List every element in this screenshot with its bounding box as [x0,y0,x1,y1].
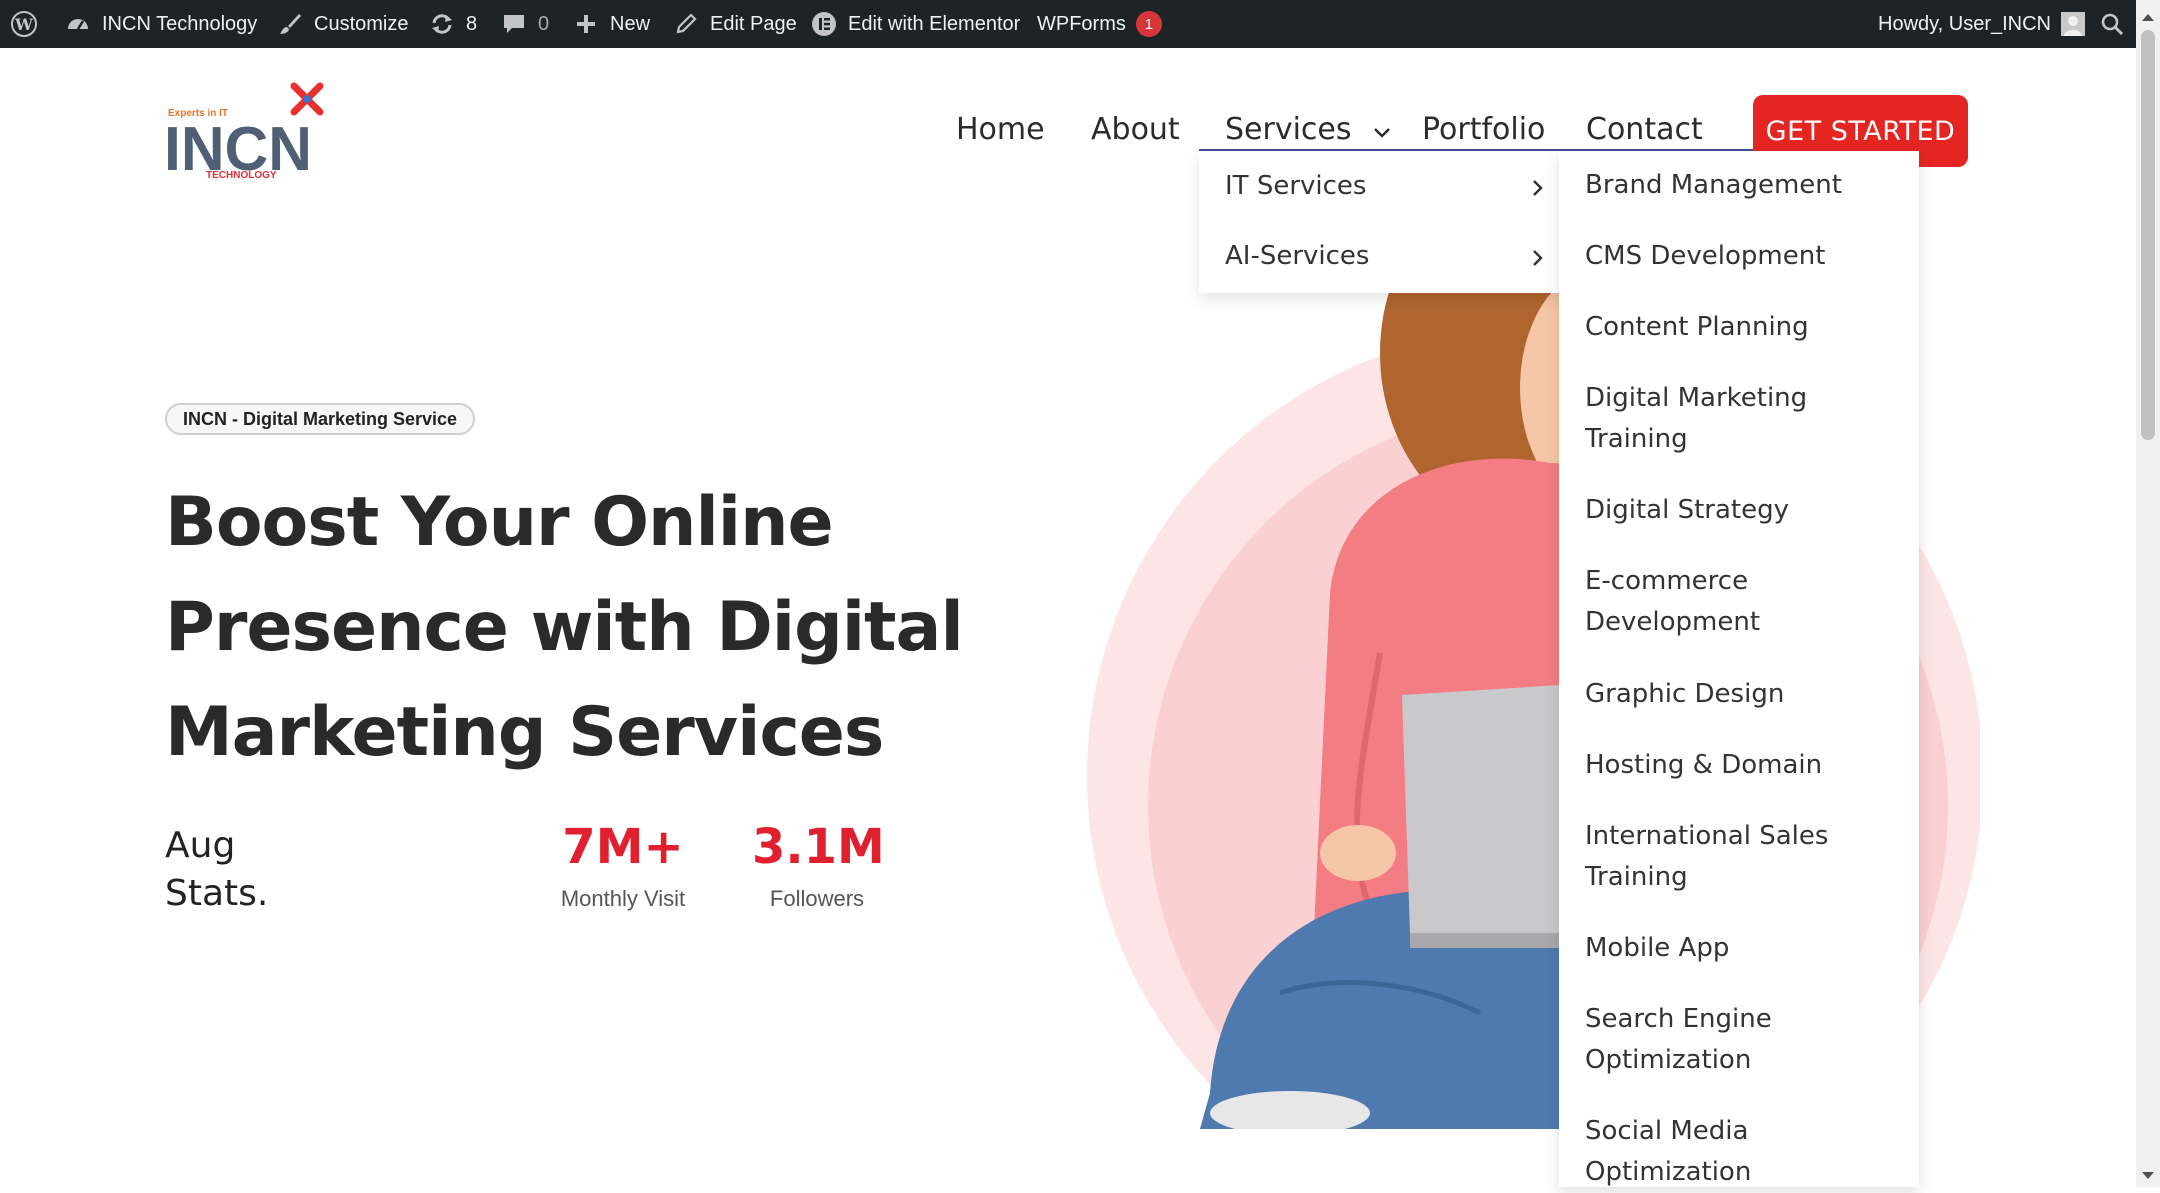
logo-subtitle: TECHNOLOGY [206,170,277,181]
wp-admin-bar: W INCN Technology Customize 8 0 New Edit… [0,0,2160,48]
pencil-icon [672,10,700,38]
nav-home[interactable]: Home [956,112,1045,147]
chevron-right-icon [1531,173,1545,206]
comment-bubble-icon [500,10,528,38]
wpforms-notification-badge: 1 [1135,11,1162,37]
submenu-item-ecommerce-development[interactable]: E-commerce Development [1585,561,1825,643]
nav-about[interactable]: About [1091,112,1180,147]
comments-count: 0 [538,12,550,35]
edit-elementor-label: Edit with Elementor [848,12,1021,35]
site-name-link[interactable]: INCN Technology [64,0,257,48]
elementor-icon [810,10,838,38]
menu-item-label: IT Services [1225,171,1367,201]
submenu-item-digital-marketing-training[interactable]: Digital Marketing Training [1585,378,1825,460]
updates-count: 8 [466,12,478,35]
comments-link[interactable]: 0 [500,0,549,48]
nav-services[interactable]: Services [1225,112,1391,147]
stat-label: Followers [769,886,865,911]
stat-value: 7M+ [562,819,684,875]
plus-icon [572,10,600,38]
stat-followers: 3.1M Followers [752,818,885,912]
submenu-item-social-media-optimization[interactable]: Social Media Optimization [1585,1111,1825,1193]
submenu-item-hosting-domain[interactable]: Hosting & Domain [1585,745,1905,786]
hero-heading: Boost Your Online Presence with Digital … [165,470,1025,785]
chevron-down-icon [1373,112,1391,147]
site-name-label: INCN Technology [102,12,258,35]
edit-page-link[interactable]: Edit Page [672,0,797,48]
stats-heading-line-2: Stats. [165,873,269,914]
greeting-label: Howdy, User_INCN [1878,12,2051,35]
nav-services-label: Services [1225,112,1352,147]
submenu-item-international-sales-training[interactable]: International Sales Training [1585,816,1865,898]
search-icon [2098,10,2126,38]
service-tag-pill: INCN - Digital Marketing Service [165,403,476,435]
new-label: New [610,12,651,35]
nav-contact[interactable]: Contact [1586,112,1703,147]
scroll-down-arrow-icon[interactable] [2142,1172,2154,1179]
stats-heading: Aug Stats. [165,822,325,918]
edit-page-label: Edit Page [710,12,797,35]
services-dropdown: IT Services AI-Services [1199,151,1559,293]
menu-item-it-services[interactable]: IT Services [1199,169,1559,211]
hero-heading-line-3: Marketing Services [165,693,884,772]
page-scrollbar[interactable] [2136,0,2160,1187]
dashboard-gauge-icon [64,10,92,38]
hero-heading-line-1: Boost Your Online [165,483,834,562]
stats-heading-line-1: Aug [165,825,236,866]
stat-label: Monthly Visit [560,886,686,911]
wpforms-link[interactable]: WPForms 1 [1037,0,1162,48]
wordpress-icon: W [10,10,38,38]
menu-item-ai-services[interactable]: AI-Services [1199,239,1559,281]
nav-portfolio[interactable]: Portfolio [1422,112,1545,147]
updates-link[interactable]: 8 [428,0,477,48]
stat-monthly-visits: 7M+ Monthly Visit [548,818,698,912]
brush-icon [276,10,304,38]
stat-value: 3.1M [752,819,885,875]
my-account-link[interactable]: Howdy, User_INCN [1878,0,2085,48]
submenu-item-brand-management[interactable]: Brand Management [1585,165,1905,206]
chevron-right-icon [1531,243,1545,276]
it-services-submenu: Brand Management CMS Development Content… [1559,151,1919,1187]
edit-elementor-link[interactable]: Edit with Elementor [810,0,1020,48]
customize-link[interactable]: Customize [276,0,408,48]
submenu-item-cms-development[interactable]: CMS Development [1585,236,1905,277]
wordpress-logo-button[interactable]: W [10,0,38,48]
customize-label: Customize [314,12,409,35]
submenu-item-content-planning[interactable]: Content Planning [1585,307,1905,348]
svg-text:W: W [14,15,34,34]
submenu-item-digital-strategy[interactable]: Digital Strategy [1585,490,1905,531]
scroll-up-arrow-icon[interactable] [2142,14,2154,21]
new-content-link[interactable]: New [572,0,650,48]
admin-search-button[interactable] [2098,0,2126,48]
submenu-item-graphic-design[interactable]: Graphic Design [1585,674,1905,715]
avatar [2061,12,2085,36]
hero-heading-line-2: Presence with Digital [165,588,964,667]
wpforms-label: WPForms [1037,12,1126,35]
scrollbar-thumb[interactable] [2141,30,2155,440]
submenu-item-search-engine-optimization[interactable]: Search Engine Optimization [1585,999,1825,1081]
submenu-item-mobile-app[interactable]: Mobile App [1585,928,1905,969]
refresh-icon [428,10,456,38]
menu-item-label: AI-Services [1225,241,1370,271]
